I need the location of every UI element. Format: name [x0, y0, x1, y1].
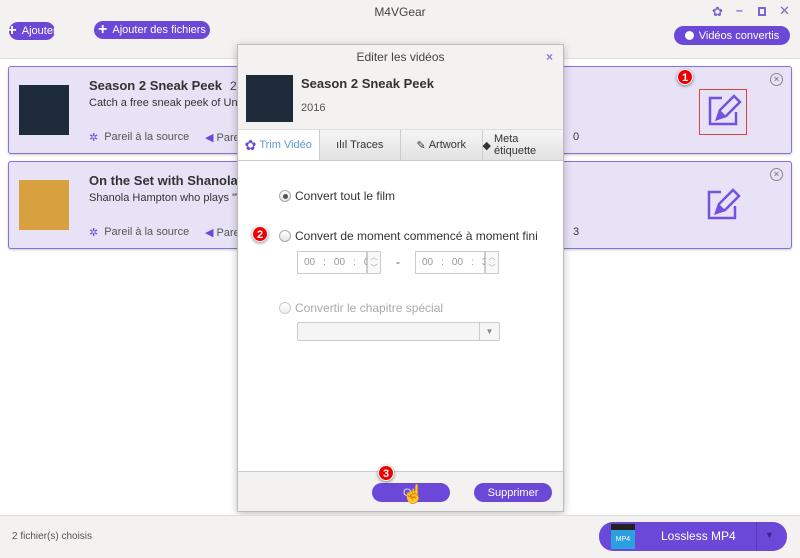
dialog-video-header: Season 2 Sneak Peek 2016 [238, 69, 563, 129]
video-setting[interactable]: ✲ Pareil à la source [89, 226, 189, 239]
speaker-icon: ◀ [205, 227, 214, 239]
edit-button[interactable] [699, 89, 747, 135]
minimize-icon[interactable]: – [736, 3, 743, 17]
delete-button[interactable]: Supprimer [474, 483, 552, 502]
dialog-tabs: ✿ Trim Vidéo ılıl Traces ✎ Artwork ◆ Meta ét… [238, 129, 563, 161]
dialog-video-title: Season 2 Sneak Peek [301, 76, 434, 91]
dialog-title-bar: Editer les vidéos × [238, 45, 563, 69]
chevron-down-icon[interactable]: ▼ [765, 530, 774, 540]
audio-setting[interactable]: ◀ Pare [205, 131, 240, 144]
tab-traces[interactable]: ılıl Traces [319, 130, 401, 160]
label-convert-all: Convert tout le film [295, 189, 396, 203]
waveform-icon: ılıl [336, 139, 348, 151]
video-description: Shanola Hampton who plays "Vero [89, 192, 259, 204]
end-time-input[interactable]: 00:00:30 [415, 251, 493, 274]
format-label: Lossless MP4 [661, 529, 736, 543]
close-icon[interactable]: ✕ [779, 3, 790, 19]
annotation-badge-1: 1 [677, 69, 693, 85]
plus-icon: + [98, 21, 108, 38]
dialog-video-year: 2016 [301, 102, 326, 114]
video-title: Season 2 Sneak Peek2016 [89, 78, 257, 93]
film-icon: ✲ [89, 132, 99, 144]
edit-button[interactable] [699, 184, 747, 230]
add-files-button[interactable]: + Ajouter des fichiers [94, 21, 210, 39]
start-time-stepper[interactable]: ︿ ﹀ [367, 251, 381, 274]
tab-trim-video[interactable]: ✿ Trim Vidéo [238, 130, 320, 160]
video-setting[interactable]: ✲ Pareil à la source [89, 131, 189, 144]
converted-videos-button[interactable]: Vidéos convertis [674, 26, 790, 45]
radio-convert-chapter[interactable] [279, 302, 291, 314]
settings-icon[interactable]: ✿ [712, 4, 723, 20]
gear-icon: ✿ [244, 136, 257, 153]
film-icon: ✲ [89, 227, 99, 239]
video-description: Catch a free sneak peek of UnReal [89, 97, 261, 109]
label-convert-chapter: Convertir le chapitre spécial [295, 301, 444, 315]
dialog-title: Editer les vidéos [356, 50, 445, 64]
video-thumbnail [19, 85, 69, 135]
radio-convert-range[interactable] [279, 230, 291, 242]
add-files-label: Ajouter des fichiers [112, 24, 206, 36]
clock-icon [684, 31, 694, 40]
video-info: 3 [573, 226, 580, 238]
dialog-close-icon[interactable]: × [546, 45, 553, 69]
tab-meta[interactable]: ◆ Meta étiquette [482, 130, 563, 160]
start-time-input[interactable]: 00:00:00 [297, 251, 375, 274]
edit-icon [707, 188, 741, 220]
video-title: On the Set with Shanola20 [89, 173, 259, 188]
end-time-stepper[interactable]: ︿ ﹀ [485, 251, 499, 274]
chevron-down-icon: ▼ [479, 323, 499, 340]
plus-icon: + [7, 22, 17, 39]
maximize-icon[interactable] [758, 7, 766, 16]
radio-convert-all[interactable] [279, 190, 291, 202]
palette-icon: ✎ [416, 139, 426, 152]
speaker-icon: ◀ [205, 132, 214, 144]
add-label: Ajouter [21, 25, 57, 37]
edit-videos-dialog: Editer les vidéos × Season 2 Sneak Peek 2… [237, 44, 564, 512]
mp4-icon: MP4 [611, 524, 635, 549]
converted-label: Vidéos convertis [698, 29, 780, 42]
footer-bar: 2 fichier(s) choisis MP4 Lossless MP4 ▼ [0, 515, 800, 558]
video-thumbnail [246, 75, 293, 122]
selection-status: 2 fichier(s) choisis [12, 531, 93, 542]
remove-icon[interactable]: × [770, 168, 783, 181]
edit-icon [708, 94, 742, 126]
tab-artwork[interactable]: ✎ Artwork [401, 130, 483, 160]
video-thumbnail [19, 180, 69, 230]
label-convert-range: Convert de moment commencé à moment fini [295, 229, 538, 243]
divider [756, 522, 757, 551]
range-separator: - [396, 255, 400, 269]
chapter-select[interactable]: ▼ [297, 322, 500, 341]
remove-icon[interactable]: × [770, 73, 783, 86]
annotation-badge-2: 2 [252, 226, 268, 242]
output-format-selector[interactable]: MP4 Lossless MP4 ▼ [599, 522, 787, 551]
audio-setting[interactable]: ◀ Pare [205, 226, 240, 239]
annotation-badge-3: 3 [378, 465, 394, 481]
add-button[interactable]: + Ajouter [7, 22, 57, 40]
hand-cursor-icon: ☝ [402, 484, 425, 504]
dialog-footer: OK Supprimer [238, 471, 563, 511]
video-info: 0 [573, 131, 580, 143]
app-title: M4VGear [374, 5, 426, 19]
tag-icon: ◆ [482, 139, 491, 152]
